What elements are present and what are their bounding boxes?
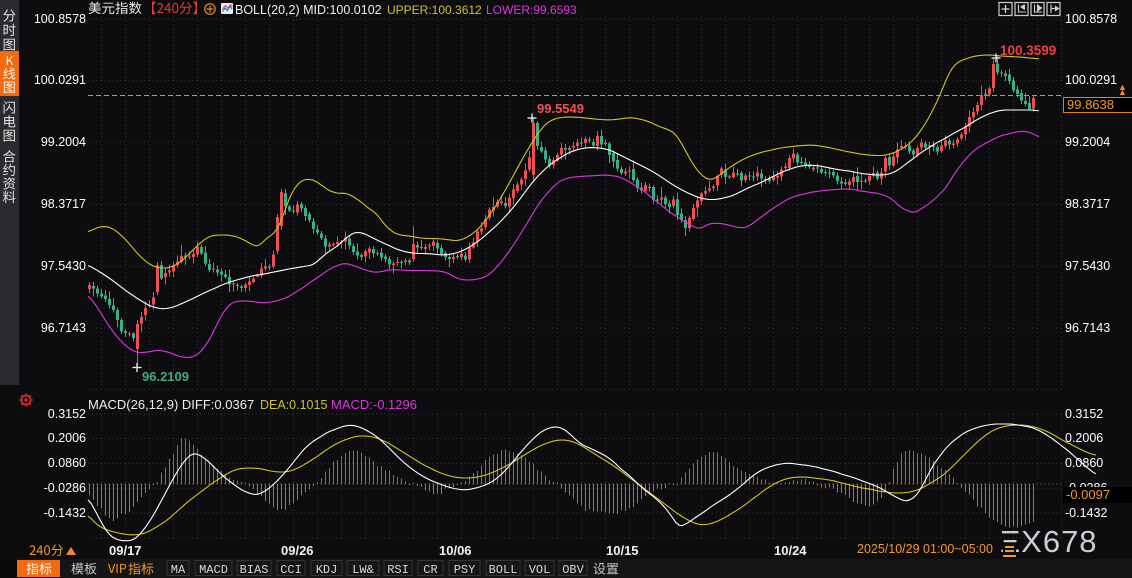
svg-text:OBV: OBV: [562, 563, 584, 577]
svg-text:CCI: CCI: [280, 563, 302, 577]
svg-text:RSI: RSI: [387, 563, 409, 577]
svg-text:BIAS: BIAS: [240, 563, 269, 577]
svg-text:MA: MA: [171, 563, 186, 577]
svg-text:CR: CR: [423, 563, 437, 577]
svg-text:KDJ: KDJ: [316, 563, 338, 577]
svg-text:LW&: LW&: [352, 563, 374, 577]
svg-text:VOL: VOL: [529, 563, 551, 577]
svg-text:MACD: MACD: [199, 563, 228, 577]
svg-text:PSY: PSY: [454, 563, 476, 577]
svg-text:BOLL: BOLL: [489, 563, 518, 577]
